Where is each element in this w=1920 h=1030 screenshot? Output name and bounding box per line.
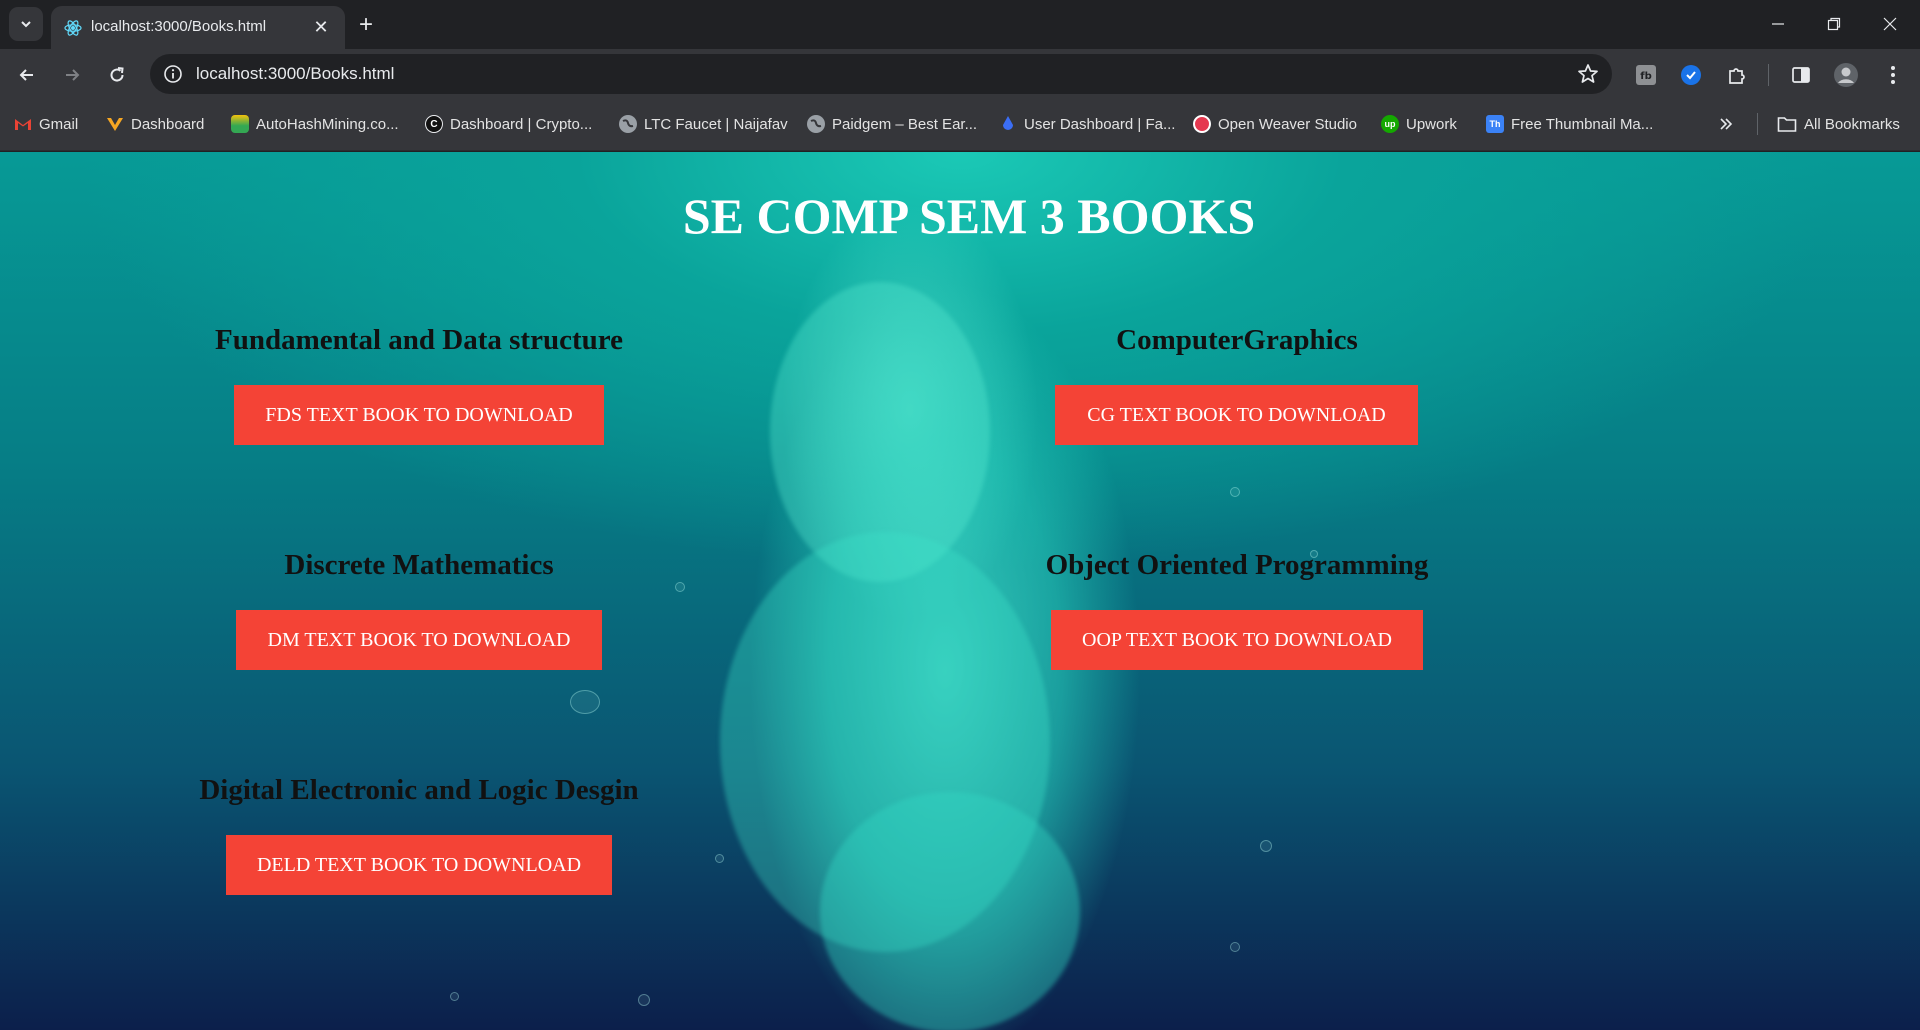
subject-heading-cg: ComputerGraphics: [1116, 324, 1358, 356]
download-fds-button[interactable]: FDS TEXT BOOK TO DOWNLOAD: [234, 385, 604, 445]
blue-extension-icon: [1681, 65, 1701, 85]
autohashmining-icon: [231, 115, 249, 133]
puzzle-icon: [1729, 68, 1745, 84]
browser-menu-button[interactable]: [1880, 62, 1906, 88]
bookmark-label: LTC Faucet | Naijafav: [644, 115, 788, 133]
site-info-icon[interactable]: [163, 64, 183, 84]
arrow-left-icon: [19, 69, 33, 81]
chevron-double-right-icon: [1720, 118, 1733, 130]
url-text[interactable]: localhost:3000/Books.html: [196, 64, 394, 84]
bubble: [570, 690, 600, 714]
close-window-button[interactable]: [1862, 0, 1918, 48]
extensions-button[interactable]: [1724, 62, 1750, 88]
bookmark-crypto-dashboard[interactable]: C Dashboard | Crypto...: [425, 112, 592, 136]
more-vert-icon: [1891, 66, 1895, 84]
bookmark-label: Open Weaver Studio: [1218, 115, 1357, 133]
bookmark-label: Paidgem – Best Ear...: [832, 115, 978, 133]
subject-heading-deld: Digital Electronic and Logic Desgin: [199, 774, 639, 806]
minimize-icon: [1772, 23, 1784, 25]
openweaver-icon: [1193, 115, 1211, 133]
dashboard-icon: [106, 115, 124, 133]
bookmark-label: Gmail: [39, 115, 79, 133]
gmail-icon: [14, 115, 32, 133]
extension-fb-button[interactable]: fb: [1633, 62, 1659, 88]
bookmark-label: Dashboard | Crypto...: [450, 115, 593, 133]
bookmark-open-weaver[interactable]: Open Weaver Studio: [1193, 112, 1357, 136]
restore-icon: [1827, 17, 1841, 31]
download-oop-button[interactable]: OOP TEXT BOOK TO DOWNLOAD: [1051, 610, 1423, 670]
download-cg-button[interactable]: CG TEXT BOOK TO DOWNLOAD: [1055, 385, 1418, 445]
more-bookmarks-button[interactable]: [1718, 112, 1734, 136]
subject-heading-oop: Object Oriented Programming: [1045, 549, 1429, 581]
browser-toolbar: localhost:3000/Books.html fb: [0, 49, 1920, 99]
bubble: [1260, 840, 1272, 852]
bubble: [450, 992, 459, 1001]
drop-icon: [999, 115, 1017, 133]
tab-search-button[interactable]: [9, 7, 43, 41]
tab-strip: localhost:3000/Books.html ✕ +: [0, 0, 1920, 49]
chevron-down-icon: [21, 21, 31, 28]
react-favicon-icon: [64, 20, 82, 36]
arrow-right-icon: [66, 69, 80, 81]
bookmark-ltc-faucet[interactable]: LTC Faucet | Naijafav: [619, 112, 788, 136]
bookmark-star-icon[interactable]: [1576, 62, 1600, 86]
bookmark-gmail[interactable]: Gmail: [14, 112, 78, 136]
toolbar-divider: [1768, 64, 1769, 86]
profile-button[interactable]: [1833, 62, 1859, 88]
all-bookmarks-label: All Bookmarks: [1804, 115, 1900, 133]
thumbnail-icon: Th: [1486, 115, 1504, 133]
subject-heading-fds: Fundamental and Data structure: [215, 324, 623, 356]
bookmark-user-dashboard[interactable]: User Dashboard | Fa...: [999, 112, 1175, 136]
globe-icon: [619, 115, 637, 133]
download-deld-button[interactable]: DELD TEXT BOOK TO DOWNLOAD: [226, 835, 612, 895]
bubble: [1230, 942, 1240, 952]
globe-icon: [807, 115, 825, 133]
folder-icon: [1777, 117, 1797, 132]
page-viewport: SE COMP SEM 3 BOOKS Fundamental and Data…: [0, 152, 1920, 1030]
restore-button[interactable]: [1806, 0, 1862, 48]
forward-button[interactable]: [55, 58, 89, 92]
bookmark-label: Free Thumbnail Ma...: [1511, 115, 1654, 133]
bookmark-upwork[interactable]: up Upwork: [1381, 112, 1457, 136]
extension-blue-button[interactable]: [1678, 62, 1704, 88]
address-bar[interactable]: localhost:3000/Books.html: [150, 54, 1612, 94]
bookmark-label: AutoHashMining.co...: [256, 115, 399, 133]
upwork-icon: up: [1381, 115, 1399, 133]
bubble: [1230, 487, 1240, 497]
bookmark-label: Dashboard: [131, 115, 205, 133]
active-tab[interactable]: localhost:3000/Books.html ✕: [51, 6, 345, 49]
bookmark-paidgem[interactable]: Paidgem – Best Ear...: [807, 112, 977, 136]
all-bookmarks-button[interactable]: All Bookmarks: [1777, 112, 1900, 136]
back-button[interactable]: [10, 58, 44, 92]
close-icon: [1883, 17, 1897, 31]
new-tab-button[interactable]: +: [352, 11, 380, 39]
bookmark-label: User Dashboard | Fa...: [1024, 115, 1176, 133]
reload-button[interactable]: [100, 58, 134, 92]
avatar-icon: [1834, 63, 1858, 87]
reload-icon: [110, 67, 124, 82]
page-title: SE COMP SEM 3 BOOKS: [682, 188, 1256, 244]
svg-text:fb: fb: [1640, 71, 1652, 82]
bookmarks-divider: [1757, 113, 1758, 135]
download-dm-button[interactable]: DM TEXT BOOK TO DOWNLOAD: [236, 610, 602, 670]
bookmark-free-thumbnail[interactable]: Th Free Thumbnail Ma...: [1486, 112, 1653, 136]
ink-cloud-bottom: [820, 792, 1080, 1030]
fb-extension-icon: fb: [1636, 65, 1656, 85]
tab-title: localhost:3000/Books.html: [91, 18, 267, 35]
bookmark-autohashmining[interactable]: AutoHashMining.co...: [231, 112, 399, 136]
close-tab-icon[interactable]: ✕: [309, 15, 333, 39]
subject-heading-dm: Discrete Mathematics: [284, 549, 554, 581]
bookmarks-bar: Gmail Dashboard AutoHashMining.co... C D…: [0, 99, 1920, 151]
crypto-icon: C: [425, 115, 443, 133]
side-panel-button[interactable]: [1788, 62, 1814, 88]
bubble: [638, 994, 650, 1006]
bookmark-label: Upwork: [1406, 115, 1457, 133]
bubble: [675, 582, 685, 592]
bubble: [715, 854, 724, 863]
minimize-button[interactable]: [1750, 0, 1806, 48]
side-panel-icon: [1792, 67, 1810, 83]
bookmark-dashboard[interactable]: Dashboard: [106, 112, 204, 136]
